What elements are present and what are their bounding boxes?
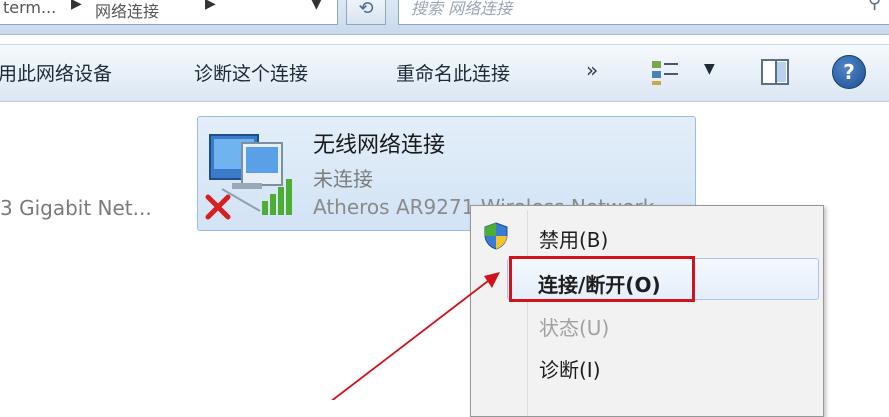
chevron-down-icon[interactable]: ▼ xyxy=(311,0,322,12)
search-input[interactable] xyxy=(409,0,813,21)
breadcrumb-arrow-icon[interactable]: ▶ xyxy=(205,0,216,12)
command-toolbar: 用此网络设备 诊断这个连接 重命名此连接 » ▼ ? xyxy=(0,44,889,102)
use-device-button[interactable]: 用此网络设备 xyxy=(0,59,112,86)
address-bar: term... ▶ 网络连接 ▶ ▼ ⟲ ⚲ xyxy=(0,0,889,35)
help-icon[interactable]: ? xyxy=(832,55,866,89)
menu-item-label: 诊断(I) xyxy=(539,358,601,382)
diagnose-connection-button[interactable]: 诊断这个连接 xyxy=(194,59,308,86)
breadcrumb-segment-1[interactable]: term... xyxy=(3,0,56,17)
breadcrumb-segment-2[interactable]: 网络连接 xyxy=(95,0,159,22)
red-x-icon xyxy=(205,194,231,220)
refresh-icon: ⟲ xyxy=(358,0,374,19)
more-commands-button[interactable]: » xyxy=(586,58,598,82)
annotation-highlight-box xyxy=(509,256,695,302)
preview-pane-icon[interactable] xyxy=(760,57,790,87)
chevron-down-icon[interactable]: ▼ xyxy=(704,61,715,77)
connection-name: 无线网络连接 xyxy=(313,133,446,158)
breadcrumb[interactable]: term... ▶ 网络连接 ▶ ▼ xyxy=(0,0,338,25)
ethernet-adapter-label[interactable]: 3 Gigabit Net... xyxy=(0,196,152,220)
menu-item-diagnose[interactable]: 诊断(I) xyxy=(471,344,823,384)
refresh-button[interactable]: ⟲ xyxy=(346,0,386,25)
search-box[interactable]: ⚲ xyxy=(398,0,889,25)
menu-item-label: 禁用(B) xyxy=(539,228,609,252)
context-menu: 禁用(B) 连接/断开(O) 状态(U) 诊断(I) xyxy=(470,205,824,417)
menu-item-label: 状态(U) xyxy=(539,316,610,340)
rename-connection-button[interactable]: 重命名此连接 xyxy=(396,59,510,86)
menu-item-status: 状态(U) xyxy=(471,302,823,342)
search-icon[interactable]: ⚲ xyxy=(868,0,881,13)
connection-status: 未连接 xyxy=(313,167,373,191)
breadcrumb-arrow-icon[interactable]: ▶ xyxy=(71,0,82,12)
view-options-icon[interactable] xyxy=(650,57,682,87)
uac-shield-icon xyxy=(484,222,508,250)
menu-item-disable[interactable]: 禁用(B) xyxy=(471,214,823,254)
